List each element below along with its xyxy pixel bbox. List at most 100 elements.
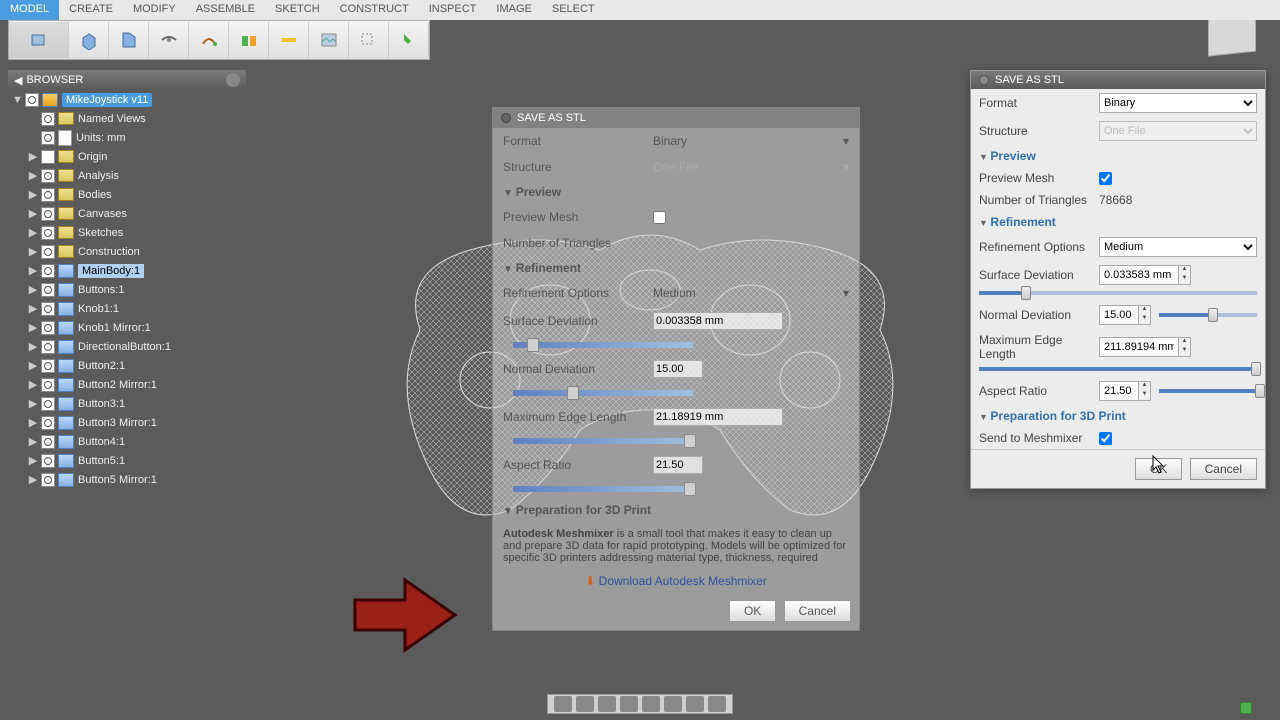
fit-icon[interactable] — [620, 696, 638, 712]
surface-deviation-input[interactable] — [653, 312, 783, 330]
menu-image[interactable]: IMAGE — [486, 0, 541, 20]
visibility-toggle[interactable] — [41, 454, 55, 468]
orbit-icon[interactable] — [554, 696, 572, 712]
tool-create-box[interactable] — [69, 22, 109, 58]
max-edge-input[interactable] — [653, 408, 783, 426]
aspect-slider[interactable] — [1159, 389, 1257, 393]
triangle-icon[interactable]: ▶ — [28, 359, 38, 372]
chevron-left-icon[interactable]: ◀ — [14, 74, 22, 87]
triangle-icon[interactable]: ▶ — [28, 264, 38, 277]
menu-modify[interactable]: MODIFY — [123, 0, 186, 20]
triangle-icon[interactable]: ▶ — [28, 207, 38, 220]
triangle-icon[interactable]: ▶ — [28, 340, 38, 353]
prep-section[interactable]: Preparation for 3D Print — [971, 405, 1265, 427]
visibility-toggle[interactable] — [41, 245, 55, 259]
preview-section[interactable]: Preview — [493, 180, 859, 204]
tool-modify-fillet[interactable] — [109, 22, 149, 58]
refinement-section[interactable]: Refinement — [493, 256, 859, 280]
triangle-icon[interactable]: ▶ — [28, 454, 38, 467]
tree-item[interactable]: ▶Button3:1 — [8, 394, 246, 413]
cancel-button[interactable]: Cancel — [1190, 458, 1257, 480]
surface-deviation-slider[interactable] — [513, 342, 693, 348]
tree-item[interactable]: ▶Sketches — [8, 223, 246, 242]
chevron-down-icon[interactable]: ▾ — [843, 286, 849, 300]
normal-deviation-slider[interactable] — [1159, 313, 1257, 317]
prep-section[interactable]: Preparation for 3D Print — [493, 498, 859, 522]
chevron-down-icon[interactable]: ▾ — [843, 134, 849, 148]
menu-sketch[interactable]: SKETCH — [265, 0, 330, 20]
browser-header[interactable]: ◀ BROWSER — [8, 70, 246, 90]
aspect-input[interactable] — [653, 456, 703, 474]
snap-icon[interactable] — [708, 696, 726, 712]
preview-mesh-checkbox[interactable] — [653, 211, 666, 224]
visibility-toggle[interactable] — [41, 150, 55, 164]
triangle-icon[interactable]: ▶ — [28, 283, 38, 296]
format-select[interactable]: Binary — [1099, 93, 1257, 113]
preview-mesh-checkbox[interactable] — [1099, 172, 1112, 185]
pan-icon[interactable] — [576, 696, 594, 712]
normal-deviation-input[interactable] — [653, 360, 703, 378]
tool-construct-plane[interactable] — [229, 22, 269, 58]
spinner[interactable]: ▲▼ — [1179, 265, 1191, 285]
gear-icon[interactable] — [226, 73, 240, 87]
tree-item[interactable]: ▶Button2:1 — [8, 356, 246, 375]
visibility-toggle[interactable] — [41, 188, 55, 202]
tree-item[interactable]: ▶Button5:1 — [8, 451, 246, 470]
visibility-toggle[interactable] — [41, 302, 55, 316]
tool-image-attach[interactable] — [309, 22, 349, 58]
visibility-toggle[interactable] — [41, 207, 55, 221]
visibility-toggle[interactable] — [25, 93, 39, 107]
visibility-toggle[interactable] — [41, 131, 55, 145]
job-status-indicator[interactable] — [1240, 702, 1252, 714]
visibility-toggle[interactable] — [41, 378, 55, 392]
tool-sketch-line[interactable] — [189, 22, 229, 58]
triangle-icon[interactable]: ▶ — [28, 169, 38, 182]
triangle-icon[interactable]: ▶ — [28, 188, 38, 201]
tree-item[interactable]: ▶Button2 Mirror:1 — [8, 375, 246, 394]
tool-box-primitive[interactable] — [9, 22, 69, 58]
tree-item[interactable]: ▶Button4:1 — [8, 432, 246, 451]
surface-deviation-input[interactable] — [1099, 265, 1179, 285]
tree-item[interactable]: ▶DirectionalButton:1 — [8, 337, 246, 356]
look-icon[interactable] — [642, 696, 660, 712]
refinement-select[interactable]: Medium — [1099, 237, 1257, 257]
tree-item[interactable]: ▶Construction — [8, 242, 246, 261]
max-edge-input[interactable] — [1099, 337, 1179, 357]
aspect-input[interactable] — [1099, 381, 1139, 401]
visibility-toggle[interactable] — [41, 264, 55, 278]
menu-select[interactable]: SELECT — [542, 0, 605, 20]
triangle-icon[interactable]: ▶ — [28, 226, 38, 239]
visibility-toggle[interactable] — [41, 112, 55, 126]
aspect-slider[interactable] — [513, 486, 693, 492]
cancel-button[interactable]: Cancel — [784, 600, 851, 622]
tree-root[interactable]: ▼ MikeJoystick v11 — [8, 90, 246, 109]
triangle-icon[interactable]: ▶ — [28, 378, 38, 391]
viewcube[interactable] — [1208, 14, 1262, 62]
triangle-icon[interactable]: ▶ — [28, 435, 38, 448]
grid-icon[interactable] — [686, 696, 704, 712]
max-edge-slider[interactable] — [979, 367, 1257, 371]
tree-item[interactable]: Named Views — [8, 109, 246, 128]
tree-item[interactable]: ▶Button5 Mirror:1 — [8, 470, 246, 489]
download-meshmixer-link[interactable]: ⬇ Download Autodesk Meshmixer — [493, 570, 859, 592]
visibility-toggle[interactable] — [41, 435, 55, 449]
tree-item[interactable]: ▶Knob1:1 — [8, 299, 246, 318]
tree-item[interactable]: ▶Knob1 Mirror:1 — [8, 318, 246, 337]
triangle-icon[interactable]: ▶ — [28, 245, 38, 258]
tree-item[interactable]: ▶Button3 Mirror:1 — [8, 413, 246, 432]
triangle-icon[interactable]: ▶ — [28, 302, 38, 315]
triangle-icon[interactable]: ▶ — [28, 416, 38, 429]
tree-item[interactable]: ▶Buttons:1 — [8, 280, 246, 299]
visibility-toggle[interactable] — [41, 283, 55, 297]
display-icon[interactable] — [664, 696, 682, 712]
surface-deviation-slider[interactable] — [979, 291, 1257, 295]
triangle-icon[interactable]: ▶ — [28, 397, 38, 410]
visibility-toggle[interactable] — [41, 397, 55, 411]
refinement-section[interactable]: Refinement — [971, 211, 1265, 233]
tool-assemble-joint[interactable] — [149, 22, 189, 58]
menu-create[interactable]: CREATE — [59, 0, 123, 20]
menu-construct[interactable]: CONSTRUCT — [330, 0, 419, 20]
tree-item[interactable]: Units: mm — [8, 128, 246, 147]
tree-item[interactable]: ▶Bodies — [8, 185, 246, 204]
visibility-toggle[interactable] — [41, 416, 55, 430]
